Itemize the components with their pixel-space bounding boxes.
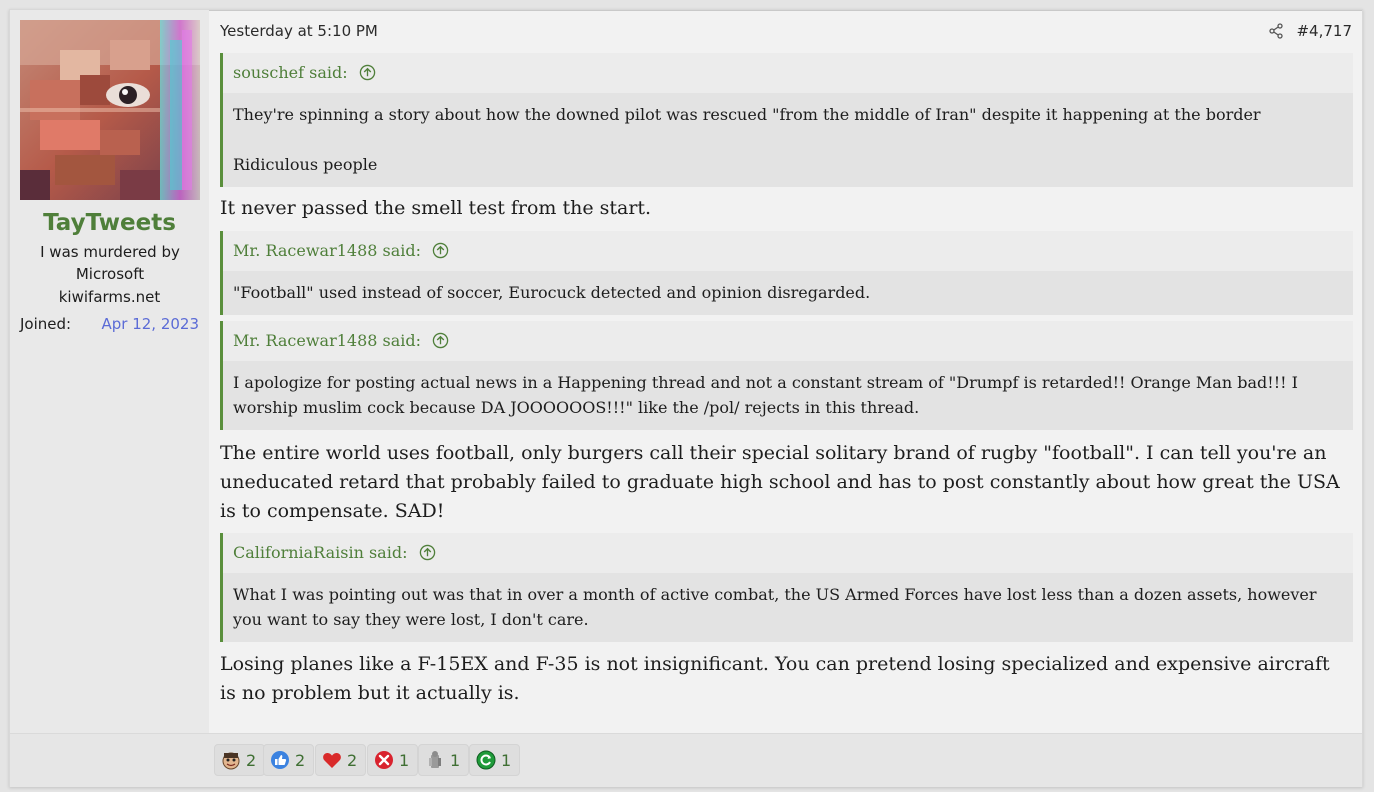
reply-text: Losing planes like a F-15EX and F-35 is …	[220, 653, 1330, 704]
quote-author[interactable]: Mr. Racewar1488 said:	[233, 241, 421, 260]
avatar-image	[20, 20, 200, 200]
quote-header[interactable]: Mr. Racewar1488 said:	[223, 231, 1353, 271]
quote-text: They're spinning a story about how the d…	[233, 105, 1261, 124]
reaction-like[interactable]: 2	[263, 744, 315, 776]
reaction-figure[interactable]: 1	[418, 744, 470, 776]
share-icon[interactable]	[1268, 23, 1284, 39]
avatar[interactable]	[20, 20, 200, 200]
quote-header[interactable]: Mr. Racewar1488 said:	[223, 321, 1353, 361]
post-date[interactable]: Yesterday at 5:10 PM	[220, 22, 378, 40]
quote-body: What I was pointing out was that in over…	[223, 573, 1353, 642]
quote-block: Mr. Racewar1488 said: I apologize for po…	[220, 321, 1353, 430]
arrow-up-circle-icon[interactable]	[419, 536, 436, 561]
joined-label: Joined:	[20, 315, 72, 333]
user-info-panel: TayTweets I was murdered by Microsoft ki…	[10, 10, 209, 786]
gray-figure-icon	[429, 751, 441, 768]
post-container: TayTweets I was murdered by Microsoft ki…	[9, 9, 1363, 787]
quote-author[interactable]: souschef said:	[233, 63, 348, 82]
quote-text: What I was pointing out was that in over…	[233, 585, 1317, 629]
face-icon	[222, 752, 240, 770]
quote-header[interactable]: CaliforniaRaisin said:	[223, 533, 1353, 573]
reply-text: It never passed the smell test from the …	[220, 197, 652, 219]
arrow-up-circle-icon[interactable]	[359, 56, 376, 81]
reaction-count: 2	[295, 750, 306, 770]
x-icon	[375, 751, 393, 769]
quote-author[interactable]: CaliforniaRaisin said:	[233, 543, 407, 562]
reaction-count: 2	[246, 750, 257, 770]
reaction-disagree[interactable]: 1	[367, 744, 419, 776]
quote-block: souschef said: They're spinning a story …	[220, 53, 1353, 187]
quote-body: They're spinning a story about how the d…	[223, 93, 1353, 187]
arrow-up-circle-icon[interactable]	[432, 234, 449, 259]
quote-author[interactable]: Mr. Racewar1488 said:	[233, 331, 421, 350]
username[interactable]: TayTweets	[10, 210, 209, 236]
reply-text: The entire world uses football, only bur…	[220, 442, 1340, 522]
user-site: kiwifarms.net	[58, 288, 161, 306]
quote-header[interactable]: souschef said:	[223, 53, 1353, 93]
reaction-count: 2	[347, 750, 358, 770]
reactions-bar: 2 2 2 1 1 1	[10, 733, 1362, 787]
post-content: Yesterday at 5:10 PM #4,717 souschef sai…	[210, 10, 1362, 786]
quote-text: "Football" used instead of soccer, Euroc…	[233, 283, 871, 302]
quote-block: Mr. Racewar1488 said: "Football" used in…	[220, 231, 1353, 315]
quote-text: Ridiculous people	[233, 155, 378, 174]
reaction-love[interactable]: 2	[315, 744, 367, 776]
quote-body: "Football" used instead of soccer, Euroc…	[223, 271, 1353, 315]
reaction-refresh[interactable]: 1	[469, 744, 521, 776]
post-number[interactable]: #4,717	[1296, 22, 1352, 40]
reaction-count: 1	[399, 750, 410, 770]
quote-body: I apologize for posting actual news in a…	[223, 361, 1353, 430]
arrow-up-circle-icon[interactable]	[432, 324, 449, 349]
quote-block: CaliforniaRaisin said: What I was pointi…	[220, 533, 1353, 642]
quote-text: I apologize for posting actual news in a…	[233, 373, 1298, 417]
heart-icon	[323, 752, 341, 768]
reaction-count: 1	[450, 750, 461, 770]
reaction-count: 1	[501, 750, 512, 770]
green-refresh-icon	[476, 750, 496, 770]
thumbs-up-icon	[271, 751, 289, 769]
joined-date: Apr 12, 2023	[101, 315, 199, 333]
reaction-face[interactable]: 2	[214, 744, 266, 776]
user-title: I was murdered by Microsoft	[40, 243, 180, 283]
